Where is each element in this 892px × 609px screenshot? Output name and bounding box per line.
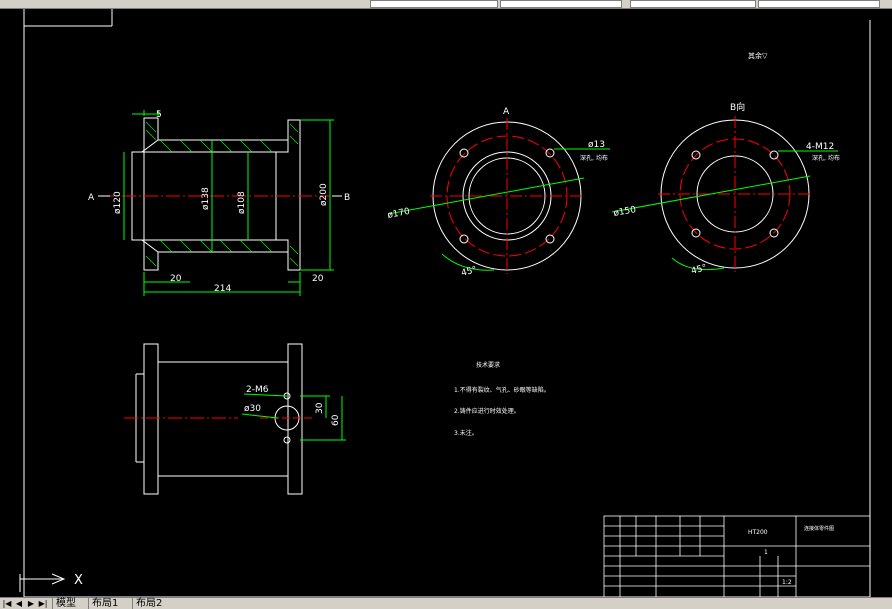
dim-200: ø200 [319, 183, 329, 206]
title-sheet: 1 [764, 549, 768, 556]
tech-item-2: 2.铸件应进行时效处理。 [454, 407, 520, 415]
dim-214: 214 [214, 284, 231, 294]
title-material: HT200 [748, 529, 768, 536]
view-a-angle: 45° [460, 265, 478, 279]
side-dim-60: 60 [331, 414, 341, 426]
toolbar-combo-2[interactable] [500, 0, 622, 8]
ucs-x-label: X [74, 573, 83, 588]
side-view: 2-M6 ø30 30 60 [124, 343, 346, 495]
toolbar-combo-1[interactable] [370, 0, 498, 8]
drawing-frame [23, 9, 871, 597]
tech-item-3: 3.未注。 [454, 429, 478, 437]
view-b: B向 4-M12 深孔, 均布 ø150 45° [611, 101, 840, 277]
dim-20: 20 [170, 274, 182, 284]
dim-138: ø138 [201, 187, 211, 210]
toolbar-combo-3[interactable] [630, 0, 756, 8]
title-scale: 1:2 [782, 579, 792, 586]
last-tab-icon[interactable]: ▶| [38, 598, 48, 608]
tab-layout1[interactable]: 布局1 [88, 598, 121, 609]
dim-20b: 20 [312, 274, 324, 284]
ucs-icon [19, 573, 66, 592]
view-a-hole-note: 深孔, 均布 [580, 154, 608, 162]
view-b-thread: 4-M12 [806, 142, 834, 152]
dim-5: 5 [156, 110, 162, 120]
roughness-note: 其余▽ [748, 51, 768, 60]
side-thread: 2-M6 [246, 385, 269, 395]
toolbar-combo-4[interactable] [758, 0, 880, 8]
tech-title: 技术要求 [476, 361, 500, 369]
tab-model[interactable]: 模型 [52, 598, 79, 609]
view-a-title: A [503, 107, 510, 117]
tech-requirements: 技术要求 1.不得有裂纹、气孔、砂眼等缺陷。 2.铸件应进行时效处理。 3.未注… [454, 361, 550, 437]
view-a: A ø13 深孔, 均布 ø170 45° [387, 107, 610, 279]
side-bore: ø30 [244, 404, 261, 414]
view-arrow-a: A [88, 193, 95, 203]
front-section-view: 5 ø120 ø138 ø108 ø200 20 214 20 A B [88, 110, 350, 296]
view-b-thread-note: 深孔, 均布 [812, 154, 840, 162]
first-tab-icon[interactable]: |◀ [2, 598, 12, 608]
side-dim-30: 30 [315, 402, 325, 414]
dim-108: ø108 [237, 191, 247, 214]
tab-layout2[interactable]: 布局2 [132, 598, 165, 609]
dim-120: ø120 [113, 191, 123, 214]
view-arrow-b: B [344, 193, 350, 203]
tech-item-1: 1.不得有裂纹、气孔、砂眼等缺陷。 [454, 386, 550, 394]
title-name: 连接体零件图 [804, 525, 834, 532]
prev-tab-icon[interactable]: ◀ [14, 598, 24, 608]
view-a-pcd: ø170 [387, 207, 411, 221]
view-a-hole-dim: ø13 [588, 140, 605, 150]
drawing-canvas[interactable]: X 5 ø120 ø138 ø108 ø200 20 214 20 A B A … [0, 9, 892, 597]
layout-tabs-bar: |◀ ◀ ▶ ▶| 模型 布局1 布局2 [0, 597, 892, 609]
title-block: HT200 连接体零件图 1:2 1 [603, 515, 871, 597]
view-b-title: B向 [730, 101, 745, 113]
view-b-angle: 45° [690, 263, 708, 277]
toolbar [0, 0, 892, 9]
view-b-pcd: ø150 [613, 205, 637, 219]
next-tab-icon[interactable]: ▶ [26, 598, 36, 608]
